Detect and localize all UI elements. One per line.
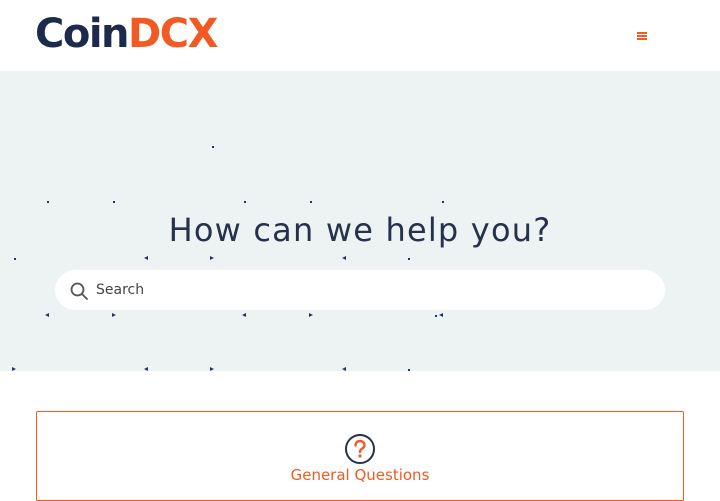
coindcx-logo[interactable]: Coin DCX [35, 11, 218, 57]
site-header: Coin DCX [0, 0, 720, 71]
category-title: General Questions [290, 466, 430, 484]
search-bar[interactable] [55, 270, 665, 310]
question-circle-icon [345, 434, 375, 464]
hamburger-menu-icon[interactable] [634, 29, 650, 43]
search-input[interactable] [96, 270, 646, 310]
category-card-general-questions[interactable]: General Questions [36, 411, 684, 501]
hero-banner: How can we help you? [0, 71, 720, 371]
hero-title: How can we help you? [168, 211, 552, 249]
logo-text-dcx: DCX [128, 11, 218, 57]
search-icon [70, 282, 88, 300]
logo-text-coin: Coin [35, 11, 130, 57]
